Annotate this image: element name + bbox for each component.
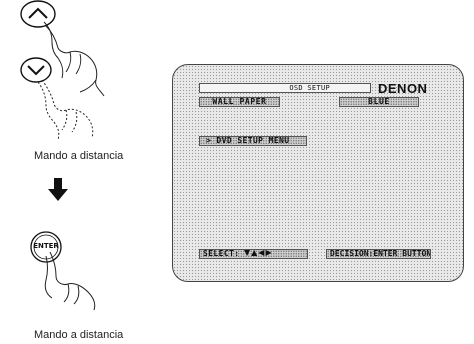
up-chevron-button-icon [20, 0, 56, 28]
brand-logo: DENON [378, 81, 428, 96]
pressing-hand-icon [43, 21, 105, 97]
osd-screen: OSD SETUP DENON WALL PAPER BLUE > DVD SE… [172, 64, 464, 282]
down-chevron-button-icon [20, 57, 52, 83]
select-hint-label: SELECT: [203, 249, 240, 258]
wallpaper-value: BLUE [368, 97, 390, 106]
wallpaper-value-bar[interactable]: BLUE [339, 97, 419, 107]
osd-header-bar: OSD SETUP [199, 83, 371, 93]
select-hint-bar: SELECT: ▼▲◀▶ [199, 249, 308, 259]
enter-button-label: ENTER [33, 242, 59, 250]
wallpaper-label-bar[interactable]: WALL PAPER [199, 97, 280, 107]
remote-caption-top: Mando a distancia [34, 150, 124, 162]
osd-setup-title: OSD SETUP [289, 84, 330, 92]
dvd-setup-menu-item[interactable]: > DVD SETUP MENU [199, 136, 307, 146]
wallpaper-label: WALL PAPER [212, 97, 267, 106]
dvd-setup-menu-label: > DVD SETUP MENU [206, 136, 290, 145]
down-arrow-icon [48, 178, 68, 201]
decision-hint-label: DECISION:ENTER BUTTON [330, 249, 431, 258]
remote-control-illustration [20, 0, 105, 311]
remote-caption-bottom: Mando a distancia [34, 329, 124, 341]
select-arrows-icon: ▼▲◀▶ [244, 249, 273, 257]
decision-hint-bar: DECISION:ENTER BUTTON [326, 249, 431, 259]
pressing-hand-icon [37, 79, 94, 141]
